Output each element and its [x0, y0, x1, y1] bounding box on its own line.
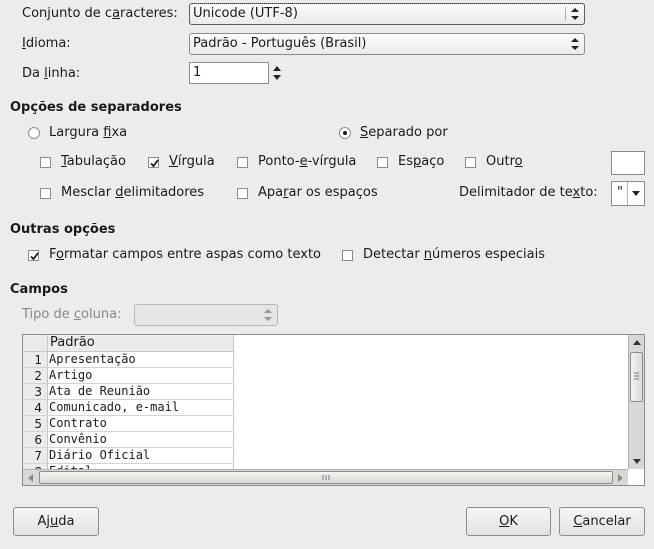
merge-delimiters-label[interactable]: Mesclar delimitadores — [61, 185, 204, 200]
row-number: 3 — [23, 384, 48, 400]
row-number: 1 — [23, 352, 48, 368]
trim-spaces-checkbox[interactable] — [237, 188, 248, 199]
row-number: 4 — [23, 400, 48, 416]
cancel-button[interactable]: Cancelar — [559, 507, 645, 536]
spin-buttons-icon[interactable] — [271, 63, 283, 83]
charset-select[interactable]: Unicode (UTF-8) — [189, 3, 585, 25]
separated-by-label[interactable]: Separado por — [360, 125, 448, 140]
checkmark-icon — [30, 252, 39, 261]
separator-options-title: Opções de separadores — [10, 100, 182, 115]
special-numbers-checkbox[interactable] — [342, 250, 353, 261]
row-number: 2 — [23, 368, 48, 384]
tab-label[interactable]: Tabulação — [61, 154, 126, 169]
help-button[interactable]: Ajuda — [13, 507, 99, 536]
grid-cell: Ata de Reunião — [48, 384, 234, 400]
grid-cell: Apresentação — [48, 352, 234, 368]
updown-arrows-icon — [264, 309, 272, 321]
column-type-select[interactable] — [134, 304, 278, 326]
ok-button[interactable]: OK — [466, 507, 551, 536]
space-checkbox[interactable] — [377, 157, 388, 168]
fixed-width-label[interactable]: Largura fixa — [49, 125, 127, 140]
fields-title: Campos — [10, 282, 68, 297]
merge-delimiters-checkbox[interactable] — [40, 188, 51, 199]
grid-cell: Diário Oficial — [48, 448, 234, 464]
updown-arrows-icon — [571, 8, 579, 20]
space-label[interactable]: Espaço — [398, 154, 444, 169]
other-label[interactable]: Outro — [486, 154, 523, 169]
horizontal-scroll-thumb[interactable] — [39, 471, 613, 484]
row-number: 6 — [23, 432, 48, 448]
comma-checkbox[interactable] — [148, 157, 159, 168]
quoted-as-text-label[interactable]: Formatar campos entre aspas como texto — [49, 247, 321, 262]
other-separator-input[interactable] — [611, 151, 645, 175]
scroll-right-icon[interactable] — [613, 471, 627, 485]
charset-label: Conjunto de caracteres: — [22, 6, 178, 21]
grid-cell: Comunicado, e-mail — [48, 400, 234, 416]
separated-by-radio[interactable] — [339, 127, 351, 139]
row-number: 7 — [23, 448, 48, 464]
scroll-up-icon[interactable] — [630, 336, 644, 350]
updown-arrows-icon — [571, 38, 579, 50]
language-label: Idioma: — [22, 36, 71, 51]
language-value: Padrão - Português (Brasil) — [193, 36, 367, 51]
other-options-title: Outras opções — [10, 222, 116, 237]
grid-corner — [23, 335, 48, 352]
grid-cell: Convênio — [48, 432, 234, 448]
comma-label[interactable]: Vírgula — [169, 154, 215, 169]
vertical-scroll-thumb[interactable] — [630, 352, 643, 402]
from-row-input[interactable]: 1 — [189, 62, 269, 84]
grip-icon — [322, 475, 330, 480]
checkmark-icon — [150, 159, 159, 168]
vertical-scrollbar[interactable] — [628, 335, 644, 469]
scroll-left-icon[interactable] — [24, 471, 38, 485]
tab-checkbox[interactable] — [40, 157, 51, 168]
from-row-value: 1 — [193, 65, 202, 80]
row-number: 5 — [23, 416, 48, 432]
column-header[interactable]: Padrão — [48, 335, 234, 352]
quoted-as-text-checkbox[interactable] — [28, 250, 39, 261]
grid-cell: Artigo — [48, 368, 234, 384]
grip-icon — [634, 372, 639, 380]
grid-cell: Contrato — [48, 416, 234, 432]
trim-spaces-label[interactable]: Aparar os espaços — [258, 185, 378, 200]
fixed-width-radio[interactable] — [28, 127, 40, 139]
preview-grid[interactable]: Padrão 1 Apresentação 2 Artigo 3 Ata de … — [22, 334, 645, 486]
horizontal-scrollbar[interactable] — [23, 469, 628, 485]
language-select[interactable]: Padrão - Português (Brasil) — [189, 33, 585, 55]
charset-value: Unicode (UTF-8) — [193, 6, 298, 21]
column-type-label: Tipo de coluna: — [22, 307, 122, 322]
text-delimiter-combo[interactable]: " — [611, 181, 645, 206]
text-delimiter-label: Delimitador de texto: — [459, 185, 598, 200]
chevron-down-icon — [632, 191, 640, 196]
other-checkbox[interactable] — [465, 157, 476, 168]
from-row-label: Da linha: — [22, 66, 81, 81]
semicolon-label[interactable]: Ponto-e-vírgula — [258, 154, 356, 169]
semicolon-checkbox[interactable] — [237, 157, 248, 168]
special-numbers-label[interactable]: Detectar números especiais — [363, 247, 545, 262]
text-delimiter-value: " — [617, 185, 623, 200]
scroll-down-icon[interactable] — [630, 454, 644, 468]
